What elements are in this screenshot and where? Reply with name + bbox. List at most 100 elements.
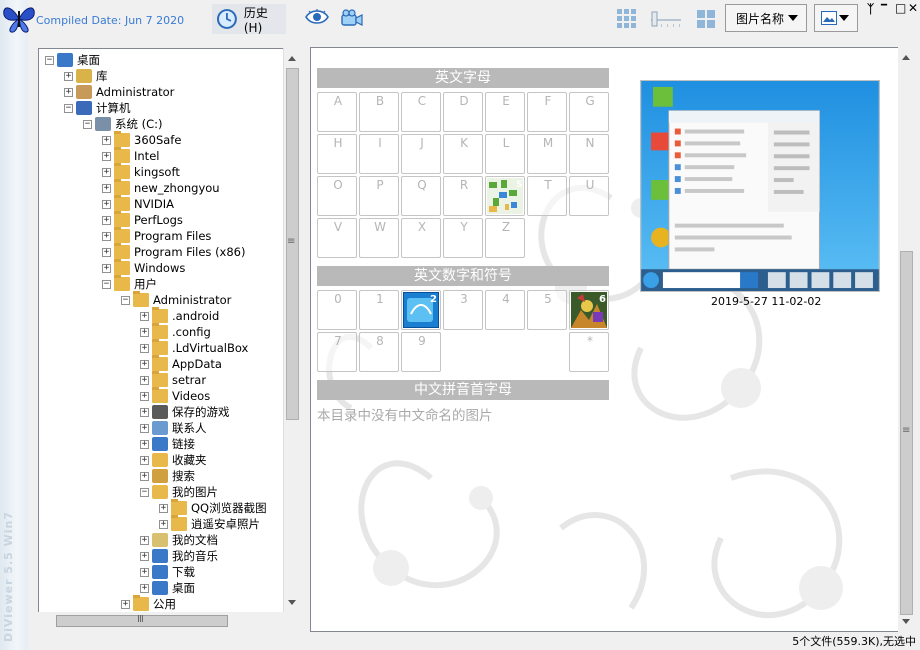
- index-cell[interactable]: N: [569, 134, 609, 174]
- tree-horizontal-scrollbar[interactable]: Ⅲ: [38, 612, 300, 630]
- index-cell[interactable]: Q: [401, 176, 441, 216]
- tree-item[interactable]: + 我的音乐: [140, 548, 218, 564]
- tree-item[interactable]: + 联系人: [140, 420, 207, 436]
- tree-item[interactable]: + 桌面: [140, 580, 195, 596]
- index-cell[interactable]: B: [359, 92, 399, 132]
- thumbnail-panel[interactable]: 英文字母 A B C D E F G H I J K L M N O P Q R SS T U V W X Y Z 英文数字和符号…: [310, 47, 900, 632]
- expand-toggle-icon[interactable]: +: [140, 551, 149, 561]
- tree-item[interactable]: + Videos: [140, 387, 210, 404]
- index-cell[interactable]: X: [401, 218, 441, 258]
- scroll-up-arrow-icon[interactable]: [902, 55, 910, 60]
- expand-toggle-icon[interactable]: +: [102, 183, 111, 193]
- expand-toggle-icon[interactable]: +: [140, 311, 149, 321]
- tree-item[interactable]: + 公用: [121, 595, 176, 612]
- tree-item[interactable]: + Program Files (x86): [102, 243, 245, 260]
- index-cell[interactable]: J: [401, 134, 441, 174]
- collapse-toggle-icon[interactable]: −: [45, 55, 54, 65]
- image-thumbnail[interactable]: 6: [571, 292, 607, 328]
- expand-toggle-icon[interactable]: +: [140, 375, 149, 385]
- collapse-toggle-icon[interactable]: −: [121, 295, 130, 305]
- expand-toggle-icon[interactable]: +: [140, 359, 149, 369]
- eye-icon[interactable]: [304, 8, 330, 26]
- expand-toggle-icon[interactable]: +: [140, 455, 149, 465]
- expand-toggle-icon[interactable]: +: [140, 439, 149, 449]
- image-view-dropdown[interactable]: [814, 4, 858, 32]
- tree-vertical-scrollbar[interactable]: ≡: [283, 48, 300, 614]
- expand-toggle-icon[interactable]: +: [140, 343, 149, 353]
- tree-item[interactable]: + 保存的游戏: [140, 404, 230, 420]
- large-grid-view-icon[interactable]: [696, 9, 716, 29]
- folder-tree[interactable]: − 桌面 + 库 + Administrator − 计算机 − 系统 (C:) +360Safe +…: [38, 48, 300, 614]
- index-cell[interactable]: K: [443, 134, 483, 174]
- preview-image[interactable]: [640, 80, 880, 292]
- tree-item[interactable]: − 用户: [102, 275, 157, 292]
- index-cell[interactable]: P: [359, 176, 399, 216]
- expand-toggle-icon[interactable]: +: [140, 471, 149, 481]
- tree-item[interactable]: + Intel: [102, 147, 159, 164]
- maximize-icon[interactable]: □: [895, 1, 906, 15]
- image-thumbnail-cell[interactable]: SS: [485, 176, 525, 216]
- index-cell[interactable]: 9: [401, 332, 441, 372]
- tree-item[interactable]: + .config: [140, 323, 211, 340]
- index-cell[interactable]: 3: [443, 290, 483, 330]
- index-cell[interactable]: V: [317, 218, 357, 258]
- thumbnail-size-slider[interactable]: [649, 10, 683, 30]
- expand-toggle-icon[interactable]: +: [102, 199, 111, 209]
- index-cell[interactable]: E: [485, 92, 525, 132]
- index-cell[interactable]: 5: [527, 290, 567, 330]
- expand-toggle-icon[interactable]: +: [159, 503, 168, 513]
- index-cell[interactable]: A: [317, 92, 357, 132]
- minimize-icon[interactable]: ━: [881, 0, 887, 11]
- tree-item[interactable]: + setrar: [140, 371, 206, 388]
- index-cell[interactable]: H: [317, 134, 357, 174]
- tree-hscroll-thumb[interactable]: Ⅲ: [56, 614, 228, 627]
- index-cell[interactable]: R: [443, 176, 483, 216]
- index-cell[interactable]: I: [359, 134, 399, 174]
- expand-toggle-icon[interactable]: +: [159, 519, 168, 529]
- expand-toggle-icon[interactable]: +: [140, 567, 149, 577]
- tree-item[interactable]: − Administrator: [121, 291, 231, 308]
- tree-item[interactable]: + 我的文档: [140, 532, 218, 548]
- index-cell[interactable]: 0: [317, 290, 357, 330]
- expand-toggle-icon[interactable]: +: [64, 87, 73, 97]
- tree-item[interactable]: + .LdVirtualBox: [140, 339, 248, 356]
- expand-toggle-icon[interactable]: +: [102, 151, 111, 161]
- collapse-toggle-icon[interactable]: −: [102, 279, 111, 289]
- tree-item[interactable]: + Administrator: [64, 84, 174, 100]
- tree-item[interactable]: − 计算机: [64, 100, 131, 116]
- index-cell[interactable]: O: [317, 176, 357, 216]
- expand-toggle-icon[interactable]: +: [102, 215, 111, 225]
- expand-toggle-icon[interactable]: +: [64, 71, 73, 81]
- tree-item[interactable]: − 桌面: [45, 52, 100, 68]
- scroll-down-arrow-icon[interactable]: [902, 619, 910, 624]
- collapse-toggle-icon[interactable]: −: [140, 487, 149, 497]
- index-cell[interactable]: W: [359, 218, 399, 258]
- expand-toggle-icon[interactable]: +: [121, 599, 130, 609]
- tree-item[interactable]: + Program Files: [102, 227, 211, 244]
- tree-item[interactable]: +360Safe: [102, 131, 181, 148]
- tree-item[interactable]: + 下载: [140, 564, 195, 580]
- index-cell[interactable]: *: [569, 332, 609, 372]
- expand-toggle-icon[interactable]: +: [102, 263, 111, 273]
- index-cell[interactable]: Y: [443, 218, 483, 258]
- expand-toggle-icon[interactable]: +: [140, 327, 149, 337]
- index-cell[interactable]: T: [527, 176, 567, 216]
- tree-item[interactable]: + NVIDIA: [102, 195, 174, 212]
- tree-item[interactable]: + AppData: [140, 355, 222, 372]
- expand-toggle-icon[interactable]: +: [102, 135, 111, 145]
- index-cell[interactable]: 8: [359, 332, 399, 372]
- expand-toggle-icon[interactable]: +: [102, 167, 111, 177]
- tree-item[interactable]: + QQ浏览器截图: [159, 499, 267, 516]
- image-thumbnail-cell[interactable]: 66: [569, 290, 609, 330]
- tree-item[interactable]: − 系统 (C:): [83, 116, 163, 132]
- index-cell[interactable]: 1: [359, 290, 399, 330]
- index-cell[interactable]: G: [569, 92, 609, 132]
- expand-toggle-icon[interactable]: +: [140, 423, 149, 433]
- tree-item[interactable]: + PerfLogs: [102, 211, 183, 228]
- camera-icon[interactable]: [340, 8, 364, 28]
- tree-item[interactable]: − 我的图片: [140, 484, 218, 500]
- expand-toggle-icon[interactable]: +: [102, 231, 111, 241]
- scroll-down-arrow-icon[interactable]: [288, 600, 296, 605]
- expand-toggle-icon[interactable]: +: [102, 247, 111, 257]
- expand-toggle-icon[interactable]: +: [140, 535, 149, 545]
